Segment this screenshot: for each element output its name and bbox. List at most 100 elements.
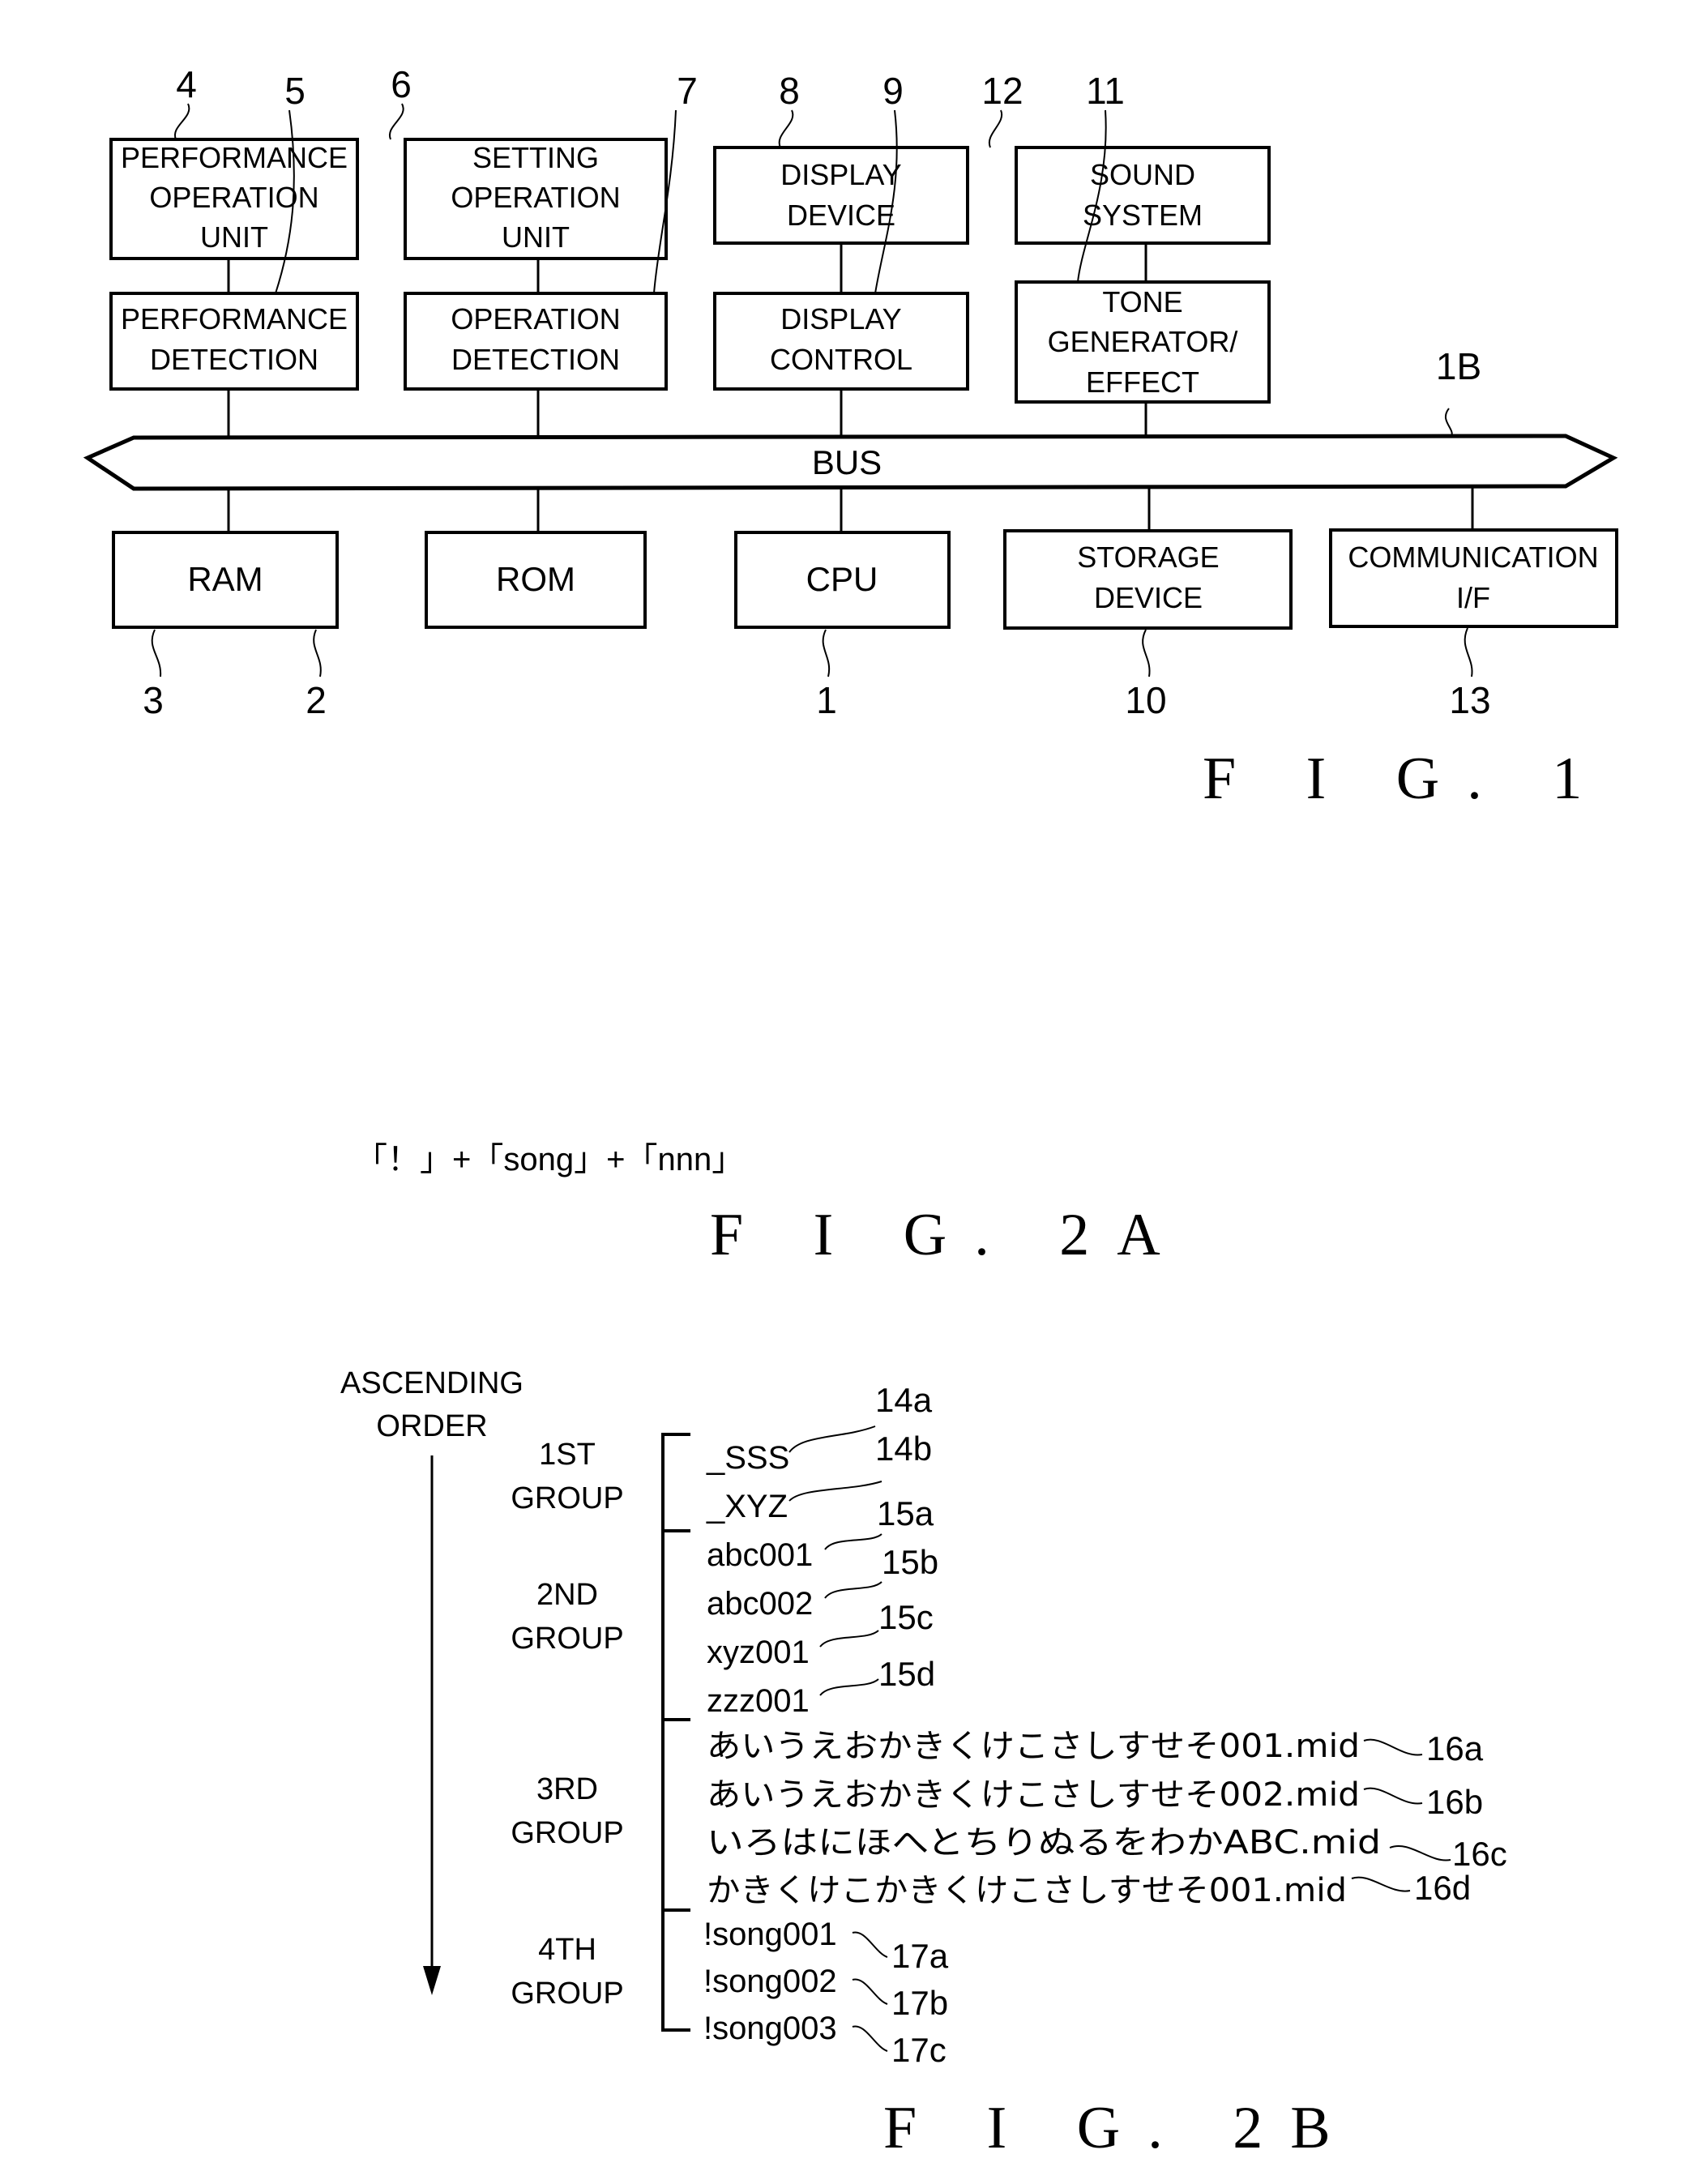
block-setting-operation-unit: SETTING OPERATION UNIT xyxy=(404,138,668,260)
ref-num: 7 xyxy=(677,70,698,112)
ref-num: 9 xyxy=(882,70,904,112)
connector-lines-bottom xyxy=(227,488,1474,532)
leader-line xyxy=(824,1581,882,1599)
block-ram: RAM xyxy=(112,531,339,629)
ref-num: 4 xyxy=(176,63,197,105)
leader-line xyxy=(819,1678,879,1696)
ref-num: 1B xyxy=(1436,345,1481,387)
group-label-line: 4TH xyxy=(538,1933,596,1967)
file-name: zzz001 xyxy=(707,1683,810,1719)
file-name: abc002 xyxy=(707,1586,813,1622)
block-line: DETECTION xyxy=(150,343,318,376)
leader-line xyxy=(788,1481,882,1502)
list-item: いろはにほへとちりぬるをわかABC.mid 16c xyxy=(707,1824,1507,1873)
block-line: COMMUNICATION xyxy=(1348,541,1598,574)
file-name: いろはにほへとちりぬるをわかABC.mid xyxy=(707,1824,1381,1861)
block-line: TONE xyxy=(1102,285,1182,318)
fig2b-sort-order: ASCENDING ORDER 1ST GROUP 2ND GROUP 3RD … xyxy=(340,1366,1507,2161)
group-4th: 4TH GROUP xyxy=(511,1933,623,2011)
block-communication-if: COMMUNICATION I/F xyxy=(1329,528,1618,628)
ref-num: 16a xyxy=(1426,1729,1484,1767)
leader-line xyxy=(819,1630,879,1648)
leader-line xyxy=(852,1931,888,1958)
leader-line xyxy=(388,103,404,140)
list-item: かきくけこかきくけこさしすせそ001.mid 16d xyxy=(707,1869,1471,1909)
leader-line xyxy=(1444,408,1453,438)
leader-line xyxy=(1077,109,1107,283)
group-brackets xyxy=(661,1433,690,2032)
bus: BUS xyxy=(83,434,1618,491)
leader-line xyxy=(1351,1876,1411,1892)
leader-line xyxy=(824,1533,882,1550)
block-line: OPERATION xyxy=(451,181,620,214)
block-line: SYSTEM xyxy=(1083,199,1203,232)
group-label-line: 3RD xyxy=(536,1772,598,1806)
block-rom: ROM xyxy=(425,531,647,629)
block-line: DISPLAY xyxy=(780,158,901,191)
file-name: _XYZ xyxy=(706,1489,788,1524)
file-name: かきくけこかきくけこさしすせそ001.mid xyxy=(707,1872,1347,1909)
leader-line xyxy=(173,103,190,140)
ref-num: 14a xyxy=(875,1381,933,1419)
fig1-block-diagram: PERFORMANCE OPERATION UNIT PERFORMANCE D… xyxy=(83,63,1618,812)
ref-num: 13 xyxy=(1449,679,1490,721)
block-line: PERFORMANCE xyxy=(121,302,348,336)
filename-formula: 「！」+「song」+「nnn」 xyxy=(355,1142,744,1177)
ref-num: 11 xyxy=(1086,70,1125,112)
file-name: xyz001 xyxy=(707,1635,810,1670)
block-line: UNIT xyxy=(502,220,570,254)
list-item: あいうえおかきくけこさしすせそ001.mid 16a xyxy=(707,1728,1484,1767)
file-name: abc001 xyxy=(707,1537,813,1573)
list-item: あいうえおかきくけこさしすせそ002.mid 16b xyxy=(707,1776,1483,1821)
fig2b-caption: F I G. 2B xyxy=(883,2095,1358,2161)
leader-line xyxy=(788,1425,876,1453)
block-line: I/F xyxy=(1456,581,1490,614)
block-line: RAM xyxy=(187,560,263,598)
block-line: OPERATION xyxy=(451,302,620,336)
block-display-control: DISPLAY CONTROL xyxy=(713,292,969,391)
group-label-line: GROUP xyxy=(511,1816,623,1850)
ref-num: 17a xyxy=(891,1937,949,1975)
block-line: CPU xyxy=(806,560,878,598)
arrow-down-icon xyxy=(423,1966,441,1995)
fig2a-caption: F I G. 2A xyxy=(710,1202,1188,1268)
block-display-device: DISPLAY DEVICE xyxy=(713,146,969,245)
leader-line xyxy=(852,2025,888,2052)
block-line: DEVICE xyxy=(787,199,895,232)
leader-line xyxy=(778,109,794,148)
group-label-line: GROUP xyxy=(511,1977,623,2011)
group-3rd: 3RD GROUP xyxy=(511,1772,623,1850)
group-2nd: 2ND GROUP xyxy=(511,1578,623,1656)
group-label-line: 1ST xyxy=(539,1438,596,1472)
ref-num: 15d xyxy=(878,1655,935,1693)
leader-line xyxy=(1389,1845,1451,1861)
ref-num: 3 xyxy=(143,679,164,721)
file-name: !song002 xyxy=(703,1964,837,1999)
block-line: PERFORMANCE xyxy=(121,141,348,174)
block-line: UNIT xyxy=(200,220,268,254)
block-operation-detection: OPERATION DETECTION xyxy=(404,292,668,391)
block-line: DEVICE xyxy=(1094,581,1203,614)
block-line: DETECTION xyxy=(451,343,620,376)
block-line: ROM xyxy=(496,560,575,598)
block-cpu: CPU xyxy=(734,531,951,629)
fig1-caption: F I G. 1 xyxy=(1203,746,1609,812)
ref-num: 10 xyxy=(1125,679,1166,721)
group-label-line: 2ND xyxy=(536,1578,598,1612)
leader-line xyxy=(988,109,1003,148)
leader-line xyxy=(313,629,322,677)
leader-line xyxy=(822,629,831,677)
ref-num: 5 xyxy=(284,70,306,112)
ref-num: 16c xyxy=(1452,1835,1507,1873)
block-performance-detection: PERFORMANCE DETECTION xyxy=(109,292,359,391)
ref-num: 14b xyxy=(875,1430,932,1468)
file-name: !song001 xyxy=(703,1917,837,1952)
bracket-spine xyxy=(661,1433,690,2032)
block-line: EFFECT xyxy=(1086,365,1199,399)
block-performance-operation-unit: PERFORMANCE OPERATION UNIT xyxy=(109,138,359,260)
leader-line xyxy=(1363,1738,1423,1756)
block-line: SOUND xyxy=(1090,158,1195,191)
bus-label: BUS xyxy=(812,443,882,481)
connector-lines-top xyxy=(227,243,1147,438)
ref-num: 15c xyxy=(878,1598,934,1636)
